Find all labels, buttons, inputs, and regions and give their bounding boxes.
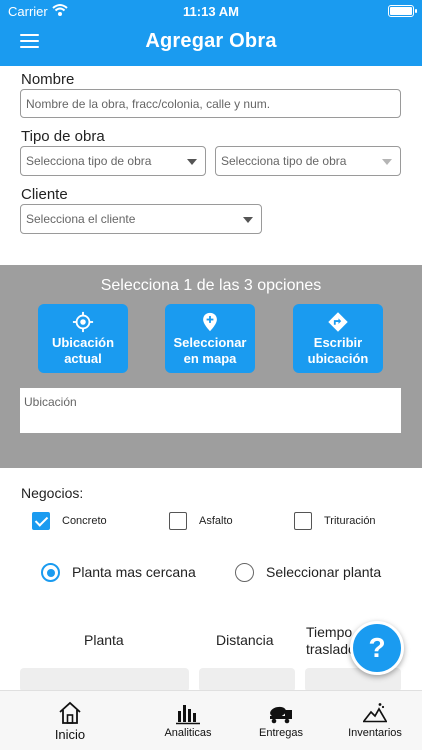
tipo-obra-select-1[interactable]: Selecciona tipo de obra xyxy=(20,146,206,176)
checkbox-unchecked-icon xyxy=(169,512,187,530)
tab-inventarios[interactable]: Inventarios xyxy=(338,691,412,750)
column-header-planta: Planta xyxy=(84,632,124,648)
write-location-button[interactable]: Escribir ubicación xyxy=(293,304,383,373)
tipo-obra-select-1-value: Selecciona tipo de obra xyxy=(26,154,152,168)
tab-entregas-label: Entregas xyxy=(258,727,304,739)
tab-inicio-label: Inicio xyxy=(54,727,86,742)
bottom-tab-bar: Inicio Analiticas Entregas Inventarios xyxy=(0,690,422,750)
bar-chart-icon xyxy=(176,705,200,725)
current-location-button[interactable]: Ubicación actual xyxy=(38,304,128,373)
radio-planta-mas-cercana-label: Planta mas cercana xyxy=(72,564,196,580)
chevron-down-icon xyxy=(243,217,253,223)
nombre-label: Nombre xyxy=(21,71,75,88)
select-on-map-label-1: Seleccionar xyxy=(173,335,247,350)
write-location-label-2: ubicación xyxy=(307,351,369,366)
chevron-down-icon xyxy=(382,159,392,165)
radio-unselected-icon xyxy=(235,563,254,582)
tipo-obra-select-2[interactable]: Selecciona tipo de obra xyxy=(215,146,401,176)
checkbox-checked-icon xyxy=(32,512,50,530)
location-heading: Selecciona 1 de las 3 opciones xyxy=(100,277,322,294)
stockpile-icon xyxy=(363,703,387,723)
tab-inicio[interactable]: Inicio xyxy=(40,691,100,750)
radio-selected-icon xyxy=(41,563,60,582)
app-header: Carrier 11:13 AM Agregar Obra xyxy=(0,0,422,66)
tab-analiticas[interactable]: Analiticas xyxy=(150,691,226,750)
current-location-label-2: actual xyxy=(64,351,102,366)
column-header-tiempo: Tiempo xyxy=(306,624,353,640)
ubicacion-input[interactable]: Ubicación xyxy=(20,388,401,433)
tab-entregas[interactable]: Entregas xyxy=(248,691,314,750)
tab-inventarios-label: Inventarios xyxy=(348,727,402,739)
select-on-map-button[interactable]: Seleccionar en mapa xyxy=(165,304,255,373)
checkbox-unchecked-icon xyxy=(294,512,312,530)
cliente-select-value: Selecciona el cliente xyxy=(26,212,136,226)
tab-analiticas-label: Analiticas xyxy=(164,727,212,739)
table-cell xyxy=(199,668,295,692)
question-icon: ? xyxy=(368,632,386,663)
cliente-label: Cliente xyxy=(21,186,68,203)
chevron-down-icon xyxy=(187,159,197,165)
tipo-obra-label: Tipo de obra xyxy=(21,128,105,145)
directions-icon xyxy=(328,312,348,332)
clock: 11:13 AM xyxy=(183,4,239,19)
map-pin-icon xyxy=(203,312,217,332)
write-location-label-1: Escribir xyxy=(313,335,363,350)
battery-icon xyxy=(388,5,417,17)
gps-icon xyxy=(72,311,94,333)
nombre-placeholder: Nombre de la obra, fracc/colonia, calle … xyxy=(26,96,271,111)
nombre-input[interactable]: Nombre de la obra, fracc/colonia, calle … xyxy=(20,89,401,118)
select-on-map-label-2: en mapa xyxy=(183,351,237,366)
checkbox-trituracion-label: Trituración xyxy=(324,515,376,527)
table-cell xyxy=(20,668,189,692)
home-icon xyxy=(59,701,81,724)
mixer-truck-icon xyxy=(270,706,292,724)
negocios-label: Negocios: xyxy=(21,485,84,501)
page-title: Agregar Obra xyxy=(145,30,277,52)
ubicacion-placeholder: Ubicación xyxy=(24,395,77,409)
current-location-label-1: Ubicación xyxy=(51,335,115,350)
column-header-traslado: traslado xyxy=(306,641,356,657)
help-button[interactable]: ? xyxy=(350,621,404,675)
radio-seleccionar-planta-label: Seleccionar planta xyxy=(266,564,382,580)
column-header-distancia: Distancia xyxy=(216,632,274,648)
status-bar: Carrier 11:13 AM xyxy=(0,0,422,22)
checkbox-concreto-label: Concreto xyxy=(62,515,107,527)
location-section: Selecciona 1 de las 3 opciones Ubicación… xyxy=(0,265,422,468)
cliente-select[interactable]: Selecciona el cliente xyxy=(20,204,262,234)
checkbox-asfalto-label: Asfalto xyxy=(199,515,233,527)
tipo-obra-select-2-value: Selecciona tipo de obra xyxy=(221,154,347,168)
